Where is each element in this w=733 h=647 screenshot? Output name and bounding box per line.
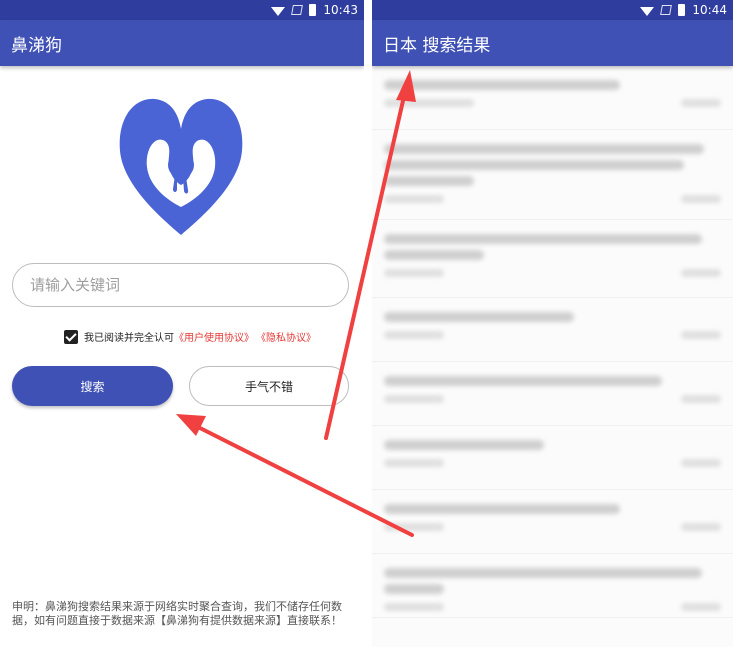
right-phone-screen: 10:44 日本 搜索结果 bbox=[372, 0, 733, 647]
battery-icon bbox=[309, 4, 317, 16]
wifi-icon bbox=[640, 6, 655, 16]
result-title-blurred bbox=[384, 376, 662, 386]
result-title-blurred bbox=[384, 160, 684, 170]
signal-icon bbox=[291, 5, 304, 15]
result-item[interactable] bbox=[372, 66, 733, 130]
result-title-blurred bbox=[384, 584, 444, 594]
battery-icon bbox=[678, 4, 686, 16]
app-bar: 鼻涕狗 bbox=[0, 20, 364, 66]
status-time: 10:43 bbox=[323, 3, 358, 17]
signal-icon bbox=[660, 5, 673, 15]
agree-text: 我已阅读并完全认可 bbox=[84, 333, 174, 344]
lucky-button[interactable]: 手气不错 bbox=[189, 366, 349, 406]
status-bar-right: 10:44 bbox=[372, 0, 733, 20]
result-meta bbox=[384, 395, 721, 403]
results-title: 日本 搜索结果 bbox=[383, 35, 491, 56]
disclaimer-text: 申明：鼻涕狗搜索结果来源于网络实时聚合查询，我们不储存任何数据，如有问题直接于数… bbox=[12, 600, 342, 627]
search-button[interactable]: 搜索 bbox=[12, 366, 173, 406]
result-item[interactable] bbox=[372, 490, 733, 554]
status-time-right: 10:44 bbox=[692, 3, 727, 17]
user-agreement-link[interactable]: 《用户使用协议》 bbox=[174, 329, 254, 344]
result-item[interactable] bbox=[372, 220, 733, 298]
app-logo-icon bbox=[119, 98, 243, 235]
screenshot-composite: 10:43 鼻涕狗 我已阅读并完全认可 《用户使用协议》 《隐私协议》 搜索 手… bbox=[0, 0, 733, 647]
result-item[interactable] bbox=[372, 130, 733, 220]
result-item[interactable] bbox=[372, 554, 733, 618]
search-input[interactable] bbox=[12, 263, 349, 307]
result-item[interactable] bbox=[372, 426, 733, 490]
wifi-icon bbox=[271, 6, 286, 16]
result-title-blurred bbox=[384, 250, 484, 260]
left-phone-screen: 10:43 鼻涕狗 我已阅读并完全认可 《用户使用协议》 《隐私协议》 搜索 手… bbox=[0, 0, 364, 647]
results-list bbox=[372, 66, 733, 618]
result-meta bbox=[384, 603, 721, 611]
result-title-blurred bbox=[384, 80, 620, 90]
agree-checkbox[interactable] bbox=[64, 329, 78, 344]
results-app-bar: 日本 搜索结果 bbox=[372, 20, 733, 66]
result-title-blurred bbox=[384, 234, 702, 244]
app-title: 鼻涕狗 bbox=[11, 35, 62, 56]
result-title-blurred bbox=[384, 440, 544, 450]
result-meta bbox=[384, 195, 721, 203]
result-title-blurred bbox=[384, 568, 702, 578]
result-title-blurred bbox=[384, 144, 704, 154]
result-meta bbox=[384, 523, 721, 531]
result-meta bbox=[384, 269, 721, 277]
result-meta bbox=[384, 459, 721, 467]
result-title-blurred bbox=[384, 312, 574, 322]
result-title-blurred bbox=[384, 504, 620, 514]
status-bar: 10:43 bbox=[0, 0, 364, 20]
result-meta bbox=[384, 99, 721, 107]
agreement-row: 我已阅读并完全认可 《用户使用协议》 《隐私协议》 bbox=[64, 329, 316, 344]
result-item[interactable] bbox=[372, 298, 733, 362]
result-item[interactable] bbox=[372, 362, 733, 426]
result-title-blurred bbox=[384, 176, 474, 186]
result-meta bbox=[384, 331, 721, 339]
privacy-agreement-link[interactable]: 《隐私协议》 bbox=[256, 329, 316, 344]
